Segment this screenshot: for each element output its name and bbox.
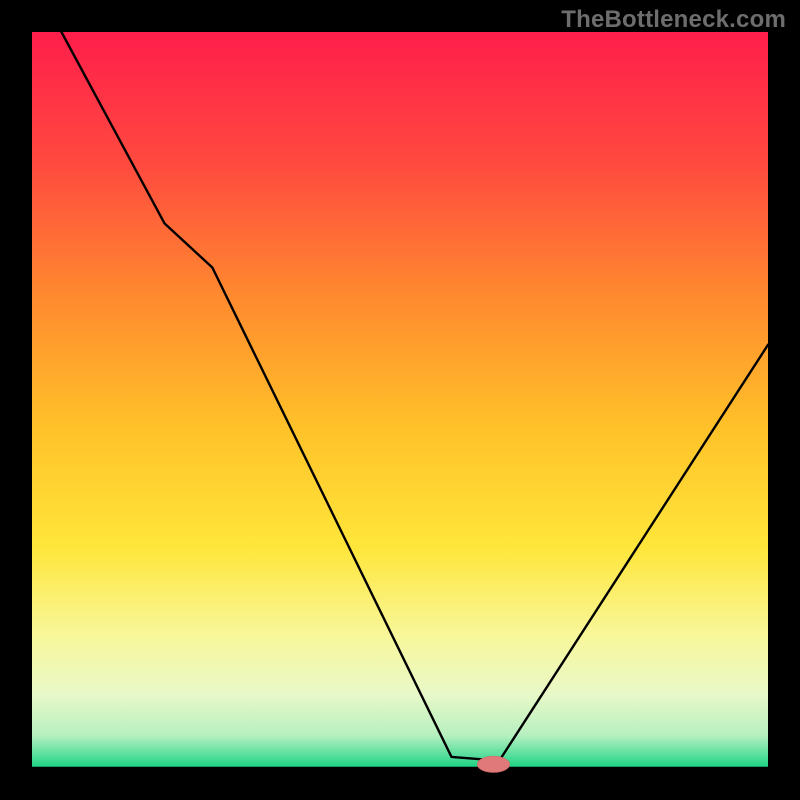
chart-svg (0, 0, 800, 800)
watermark-text: TheBottleneck.com (561, 6, 786, 34)
plot-area (32, 32, 768, 768)
optimum-marker (477, 756, 509, 772)
chart-frame: { "watermark": "TheBottleneck.com", "cha… (0, 0, 800, 800)
